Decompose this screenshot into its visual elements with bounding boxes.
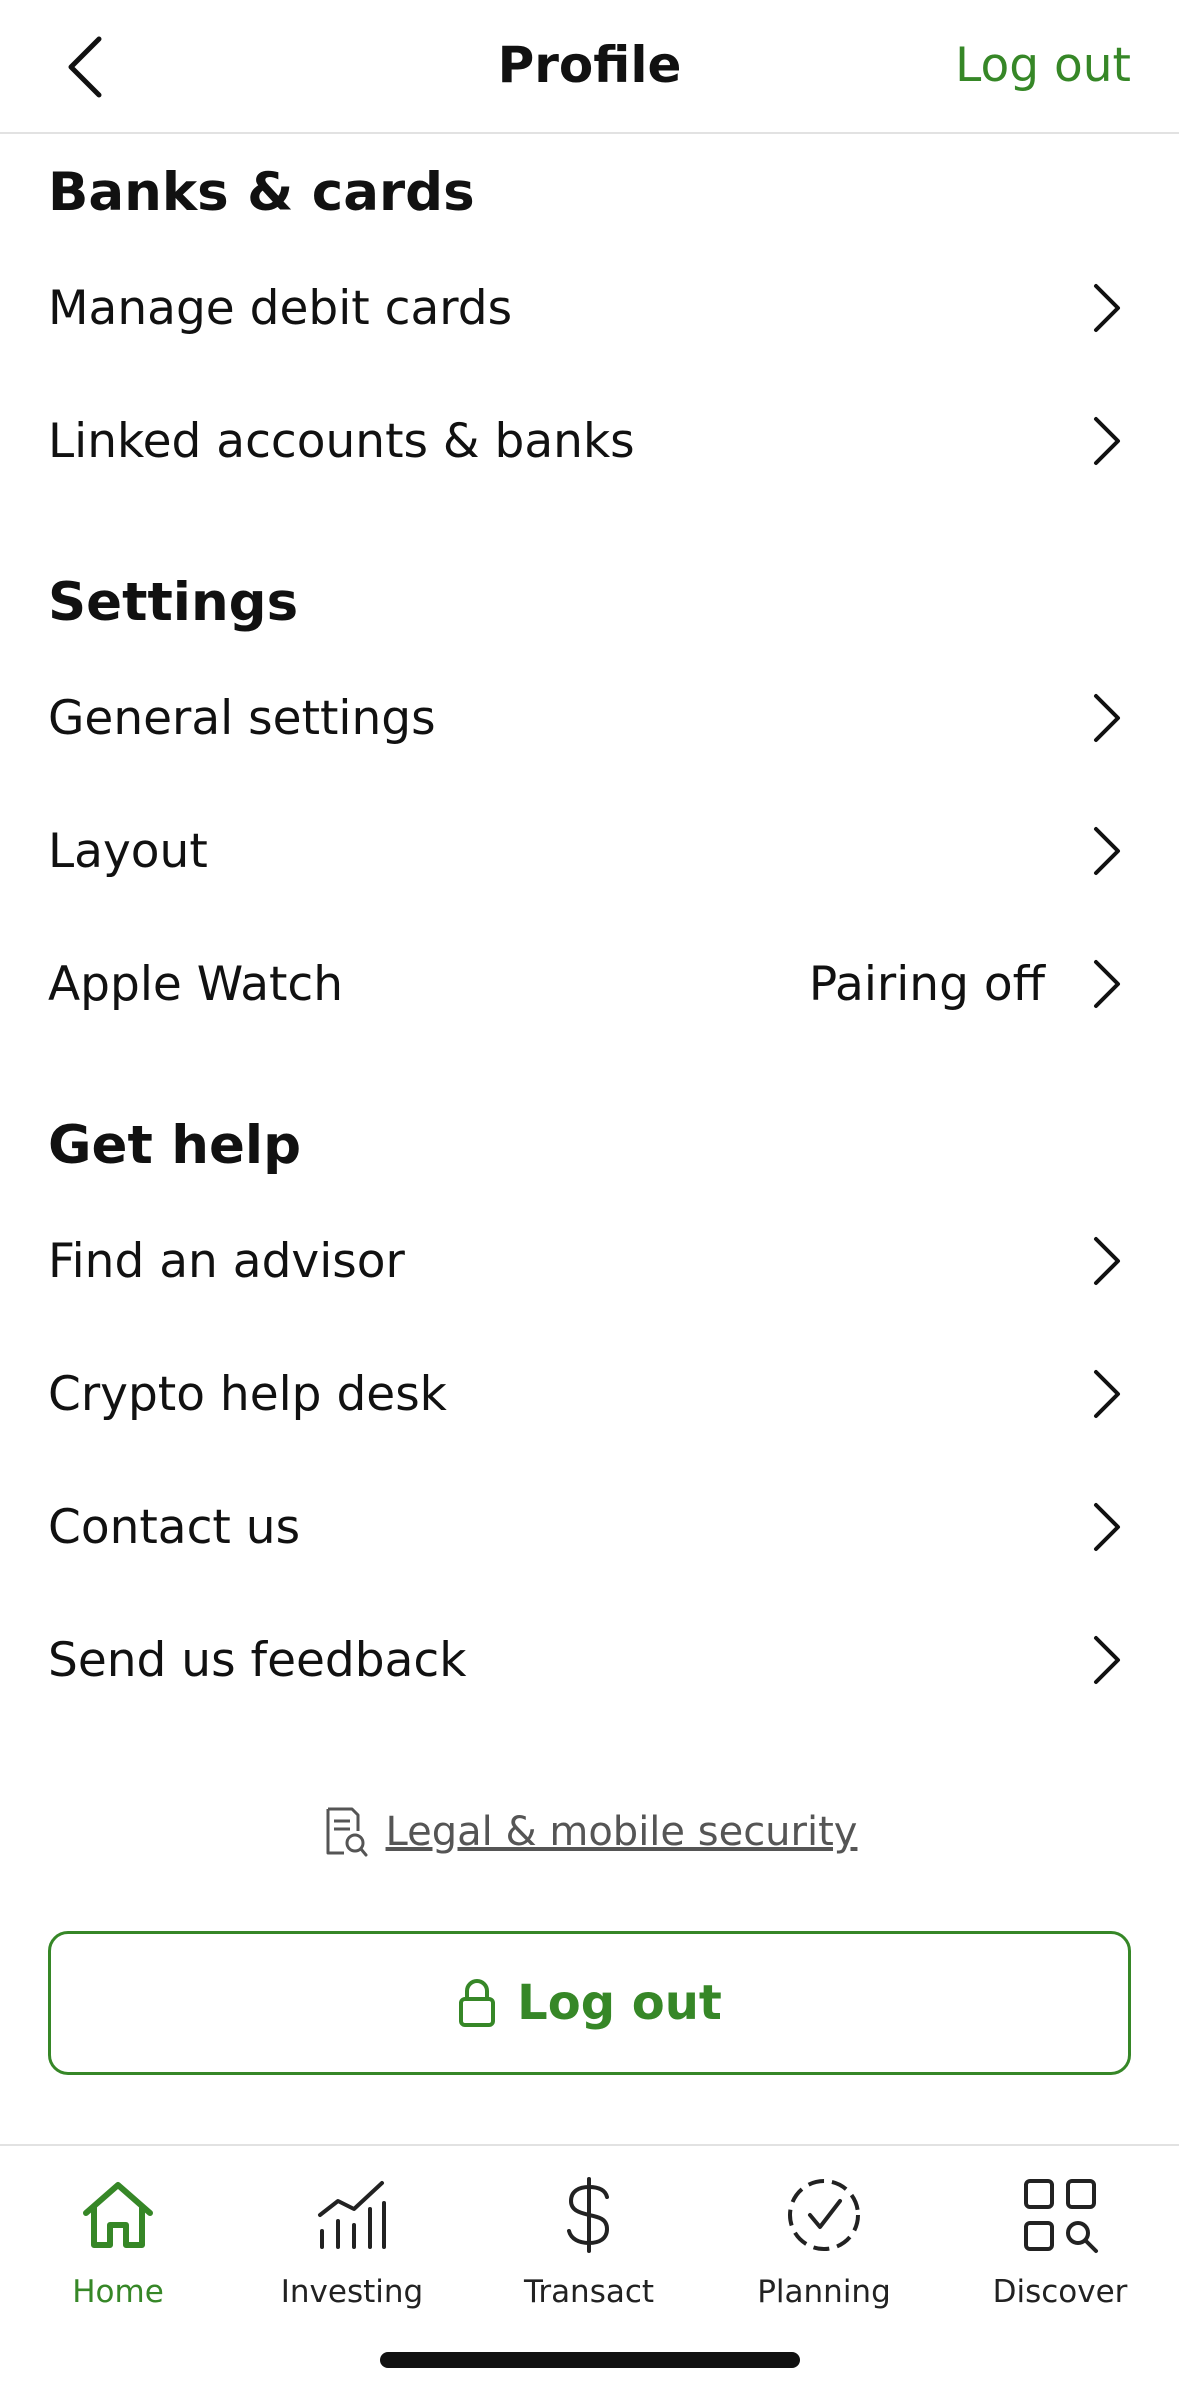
tab-label: Transact (523, 2274, 655, 2310)
row-contact-us[interactable]: Contact us (0, 1461, 1179, 1593)
chevron-right-icon (1087, 415, 1127, 467)
section-title-banks: Banks & cards (48, 162, 475, 223)
section-title-settings: Settings (48, 572, 299, 633)
tab-label: Discover (992, 2274, 1128, 2310)
tab-transact[interactable]: Transact (489, 2170, 689, 2330)
tab-discover[interactable]: Discover (960, 2170, 1160, 2330)
home-indicator (380, 2352, 800, 2368)
row-crypto-help-desk[interactable]: Crypto help desk (0, 1328, 1179, 1460)
chevron-right-icon (1087, 692, 1127, 744)
tab-home[interactable]: Home (18, 2170, 218, 2330)
document-search-icon (326, 1807, 368, 1857)
tab-label: Home (72, 2274, 164, 2310)
row-label: Layout (48, 823, 208, 879)
chevron-right-icon (1087, 958, 1127, 1010)
row-general-settings[interactable]: General settings (0, 652, 1179, 784)
top-header: Profile Log out (0, 0, 1179, 134)
row-label: Crypto help desk (48, 1366, 447, 1422)
home-icon (73, 2170, 163, 2260)
row-label: Apple Watch (48, 956, 344, 1012)
tab-investing[interactable]: Investing (252, 2170, 452, 2330)
tab-label: Investing (280, 2274, 424, 2310)
row-value-pairing-status: Pairing off (808, 956, 1045, 1012)
chevron-right-icon (1087, 282, 1127, 334)
tab-label: Planning (757, 2274, 891, 2310)
dollar-icon (544, 2170, 634, 2260)
chevron-right-icon (1087, 825, 1127, 877)
chevron-right-icon (1087, 1235, 1127, 1287)
row-label: Send us feedback (48, 1632, 467, 1688)
row-find-advisor[interactable]: Find an advisor (0, 1195, 1179, 1327)
row-send-feedback[interactable]: Send us feedback (0, 1594, 1179, 1726)
row-apple-watch[interactable]: Apple Watch Pairing off (0, 918, 1179, 1050)
tab-planning[interactable]: Planning (724, 2170, 924, 2330)
discover-grid-icon (1015, 2170, 1105, 2260)
chevron-right-icon (1087, 1368, 1127, 1420)
planning-check-icon (779, 2170, 869, 2260)
row-label: Find an advisor (48, 1233, 405, 1289)
lock-icon (459, 1979, 496, 2027)
row-label: Manage debit cards (48, 280, 513, 336)
investing-chart-icon (307, 2170, 397, 2260)
logout-button[interactable]: Log out (48, 1931, 1131, 2075)
row-layout[interactable]: Layout (0, 785, 1179, 917)
section-title-help: Get help (48, 1115, 302, 1176)
chevron-right-icon (1087, 1634, 1127, 1686)
row-label: Contact us (48, 1499, 301, 1555)
chevron-right-icon (1087, 1501, 1127, 1553)
row-label: Linked accounts & banks (48, 413, 635, 469)
row-manage-debit-cards[interactable]: Manage debit cards (0, 242, 1179, 374)
header-logout-link[interactable]: Log out (955, 38, 1131, 93)
row-linked-accounts[interactable]: Linked accounts & banks (0, 375, 1179, 507)
legal-mobile-security-link[interactable]: Legal & mobile security (0, 1800, 1179, 1864)
logout-button-label: Log out (517, 1975, 722, 2031)
profile-screen: Profile Log out Banks & cards Manage deb… (0, 0, 1179, 2396)
legal-link-label: Legal & mobile security (385, 1809, 858, 1855)
row-label: General settings (48, 690, 436, 746)
